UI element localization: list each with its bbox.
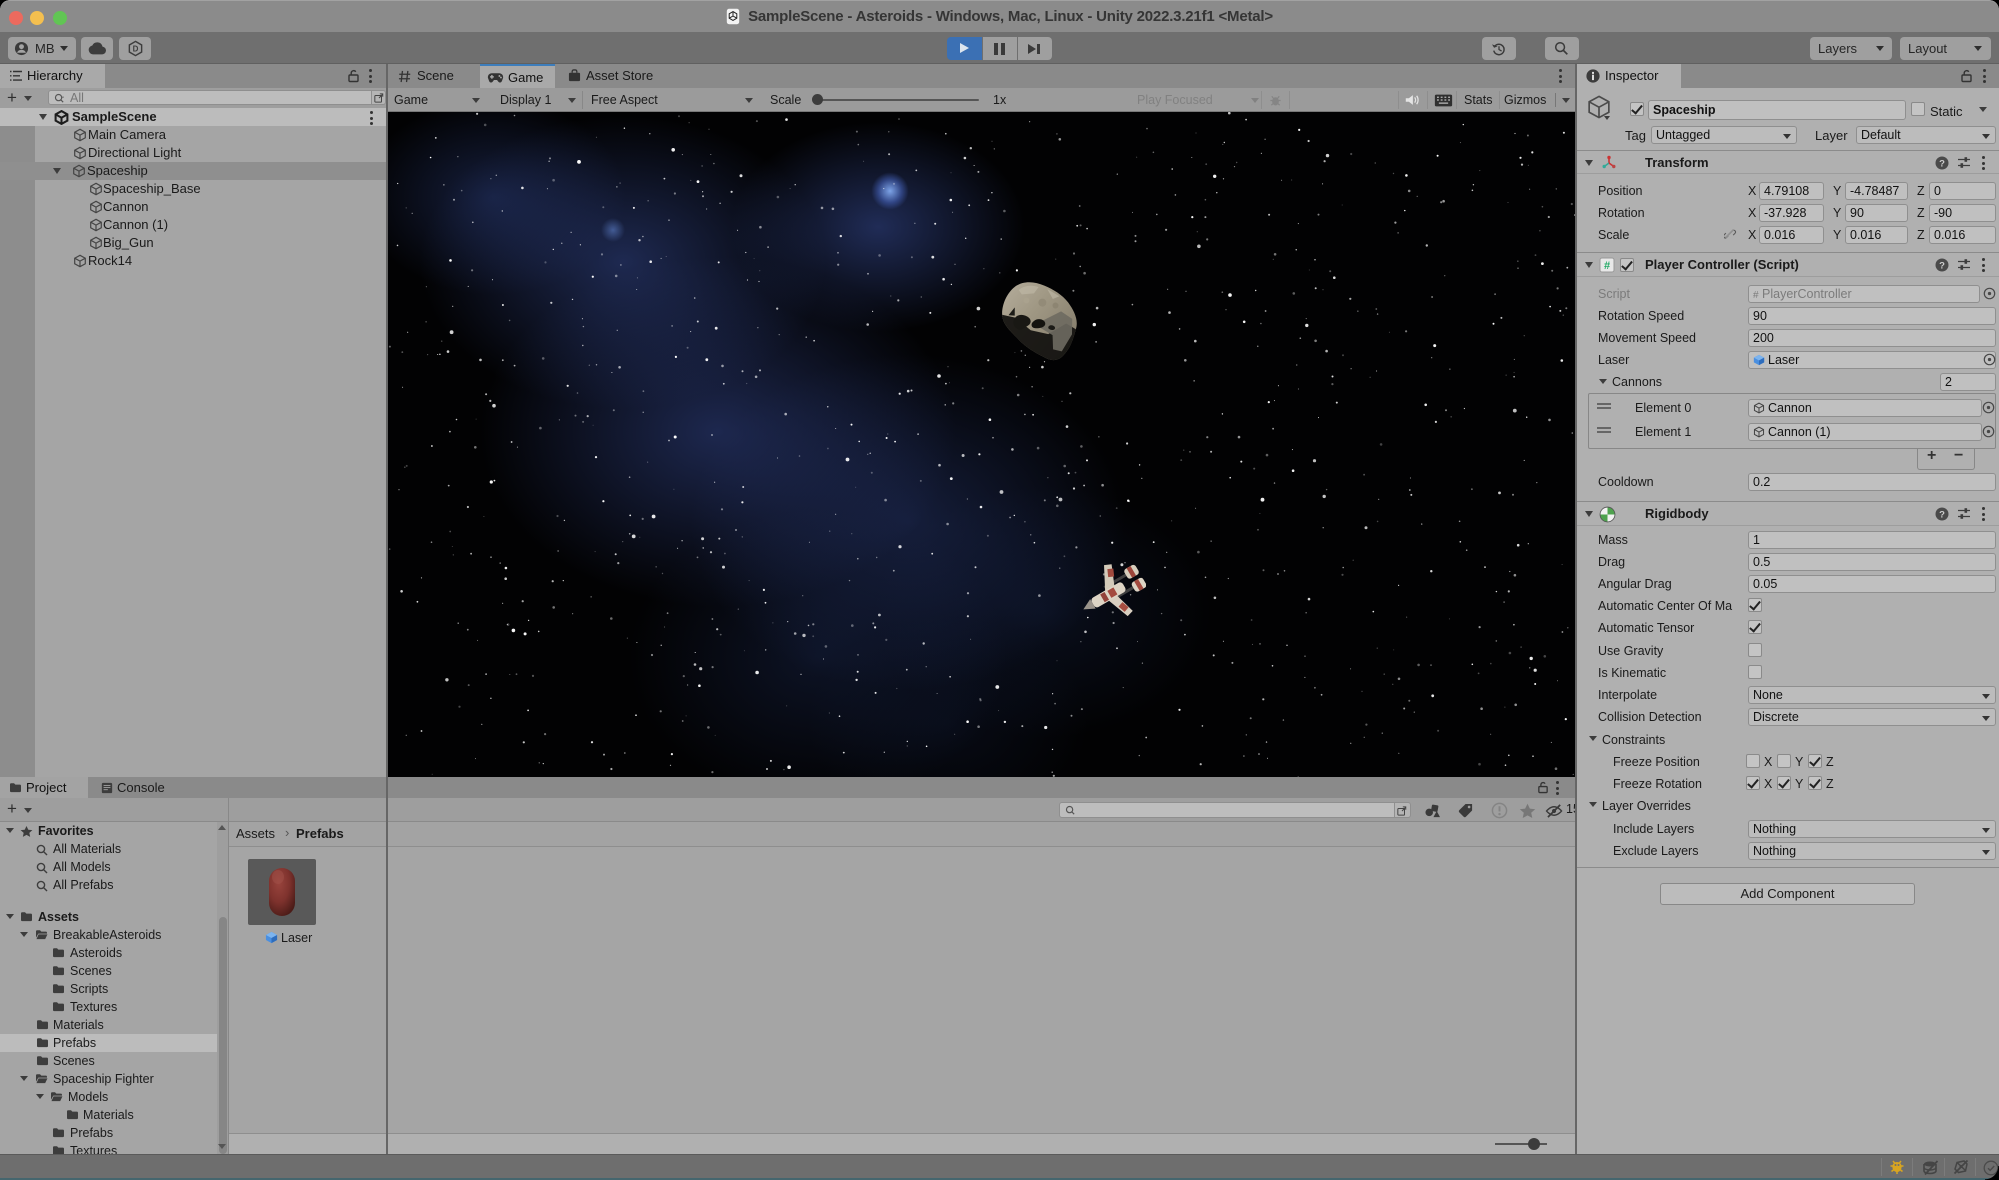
svg-text:#: #	[1604, 260, 1610, 272]
svg-text:D: D	[132, 45, 138, 54]
svg-text:?: ?	[1939, 509, 1945, 520]
svg-text:?: ?	[1939, 158, 1945, 169]
svg-text:?: ?	[1939, 260, 1945, 271]
